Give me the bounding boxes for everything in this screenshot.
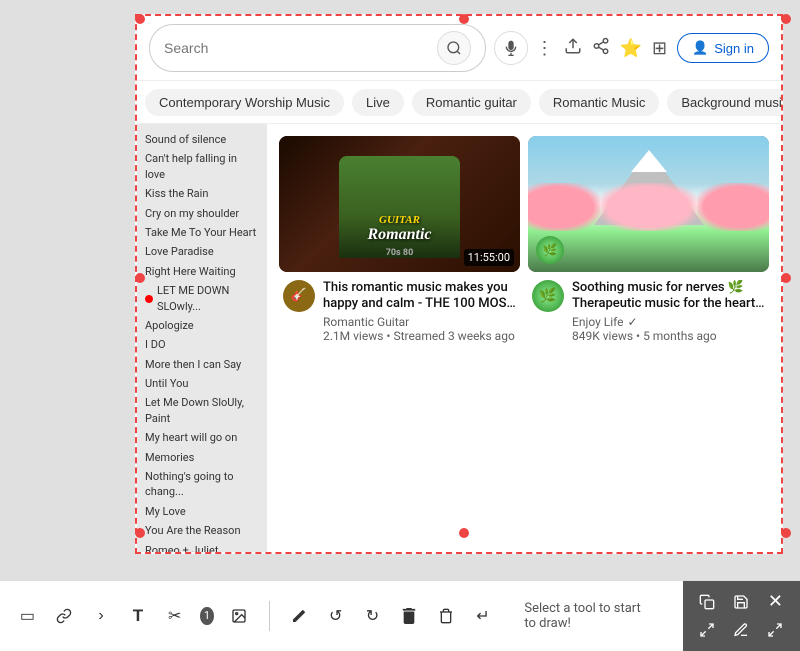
video-title-1: This romantic music makes you happy and … [323,280,516,314]
header: ⋮ ⭐ ⊞ 👤 Sign in [137,16,781,81]
filter-chip-background[interactable]: Background music [667,89,781,116]
search-input[interactable] [164,40,429,56]
save-right-btn[interactable] [725,589,757,615]
filter-chip-worship[interactable]: Contemporary Worship Music [145,89,344,116]
bottom-toolbar: ▭ › T ✂ 1 ↺ ↻ [0,580,800,650]
video-channel-1: Romantic Guitar [323,315,516,329]
grid-icon[interactable]: ⊞ [652,38,667,59]
playlist-item[interactable]: My heart will go on [141,428,263,447]
playlist-item[interactable]: Right Here Waiting [141,262,263,281]
video-meta-2: Soothing music for nerves 🌿 Therapeutic … [572,280,765,344]
playlist-panel: Sound of silence Can't help falling in l… [137,124,267,552]
clear-btn[interactable] [435,601,458,631]
active-indicator [145,295,153,303]
sign-in-label: Sign in [714,41,754,56]
playlist-item[interactable]: Memories [141,448,263,467]
filter-chip-live[interactable]: Live [352,89,404,116]
video-card-1[interactable]: GUITAR Romantic 70s 80 11:55:00 🎸 This r… [275,132,524,544]
playlist-item[interactable]: You Are the Reason [141,521,263,540]
video-stats-2: 849K views • 5 months ago [572,329,765,343]
video-channel-2: Enjoy Life ✓ [572,315,765,329]
video-info-2: 🌿 Soothing music for nerves 🌿 Therapeuti… [528,272,769,348]
undo-btn[interactable]: ↺ [324,601,347,631]
corner-dot-bl [135,528,145,538]
video-duration-1: 11:55:00 [464,249,514,266]
header-actions: ⋮ ⭐ ⊞ 👤 Sign in [536,33,769,63]
pen-right-btn[interactable] [725,617,757,643]
rectangle-tool-btn[interactable]: ▭ [16,601,39,631]
corner-dot-tc [459,14,469,24]
upload-icon[interactable] [564,37,582,60]
dropdown-btn[interactable]: › [90,601,113,631]
video-stats-1: 2.1M views • Streamed 3 weeks ago [323,329,516,343]
link-tool-btn[interactable] [53,601,76,631]
video-card-2[interactable]: 🌿 🌿 Soothing music for nerves 🌿 Therapeu… [524,132,773,544]
exit-btn[interactable]: ↵ [472,601,495,631]
main-window: ⋮ ⭐ ⊞ 👤 Sign in [135,14,783,554]
channel-avatar-1: 🎸 [283,280,315,312]
copy-right-btn[interactable] [691,589,723,615]
toolbar-right: ✕ [683,581,800,651]
bookmark-icon[interactable]: ⭐ [620,38,642,59]
image-tool-btn[interactable] [228,601,251,631]
channel-avatar-2: 🌿 [532,280,564,312]
toolbar-hint: Select a tool to start to draw! [508,601,666,631]
playlist-item[interactable]: Can't help falling in love [141,149,263,184]
playlist-item[interactable]: Cry on my shoulder [141,204,263,223]
content-area: Sound of silence Can't help falling in l… [137,124,781,552]
corner-dot-bc [459,528,469,538]
toolbar-divider [269,601,270,631]
sign-in-button[interactable]: 👤 Sign in [677,33,769,63]
video-meta-1: This romantic music makes you happy and … [323,280,516,344]
video-title-2: Soothing music for nerves 🌿 Therapeutic … [572,280,765,314]
video-info-1: 🎸 This romantic music makes you happy an… [279,272,520,348]
playlist-item-active[interactable]: LET ME DOWN SLOwly... [141,281,263,316]
close-right-btn[interactable]: ✕ [759,589,791,615]
badge-indicator: 1 [200,607,214,625]
more-options-icon[interactable]: ⋮ [536,38,554,59]
playlist-item[interactable]: Love Paradise [141,242,263,261]
corner-dot-br [781,528,791,538]
corner-dot-mr [781,273,791,283]
filter-row: Contemporary Worship Music Live Romantic… [137,81,781,124]
playlist-item[interactable]: Apologize [141,316,263,335]
filter-chip-guitar[interactable]: Romantic guitar [412,89,531,116]
verified-icon: ✓ [628,315,638,329]
playlist-item[interactable]: More then I can Say [141,355,263,374]
playlist-item[interactable]: Until You [141,374,263,393]
crop-tool-btn[interactable]: ✂ [163,601,186,631]
redo-btn[interactable]: ↻ [361,601,384,631]
crop-resize-btn[interactable] [691,617,723,643]
playlist-item[interactable]: My Love [141,502,263,521]
filter-chip-romantic[interactable]: Romantic Music [539,89,659,116]
playlist-item[interactable]: I DO [141,335,263,354]
playlist-item[interactable]: Kiss the Rain [141,184,263,203]
share-icon[interactable] [592,37,610,60]
playlist-item[interactable]: Nothing's going to chang... [141,467,263,502]
video-thumbnail-2: 🌿 [528,136,769,272]
search-bar[interactable] [149,24,486,72]
playlist-item[interactable]: Romeo + Juliet... [141,541,263,552]
video-grid: GUITAR Romantic 70s 80 11:55:00 🎸 This r… [267,124,781,552]
user-circle-icon: 👤 [692,40,708,56]
expand-right-btn[interactable] [759,617,791,643]
playlist-item[interactable]: Let Me Down SloUly, Paint [141,393,263,428]
corner-dot-ml [135,273,145,283]
playlist-item[interactable]: Take Me To Your Heart [141,223,263,242]
mic-button[interactable] [494,31,528,65]
eraser-btn[interactable] [287,601,310,631]
corner-dot-tr [781,14,791,24]
corner-dot-tl [135,14,145,24]
search-button[interactable] [437,31,471,65]
text-tool-btn[interactable]: T [126,601,149,631]
video-thumbnail-1: GUITAR Romantic 70s 80 11:55:00 [279,136,520,272]
toolbar-main: ▭ › T ✂ 1 ↺ ↻ [0,601,683,631]
playlist-item[interactable]: Sound of silence [141,130,263,149]
delete-btn[interactable] [398,601,421,631]
